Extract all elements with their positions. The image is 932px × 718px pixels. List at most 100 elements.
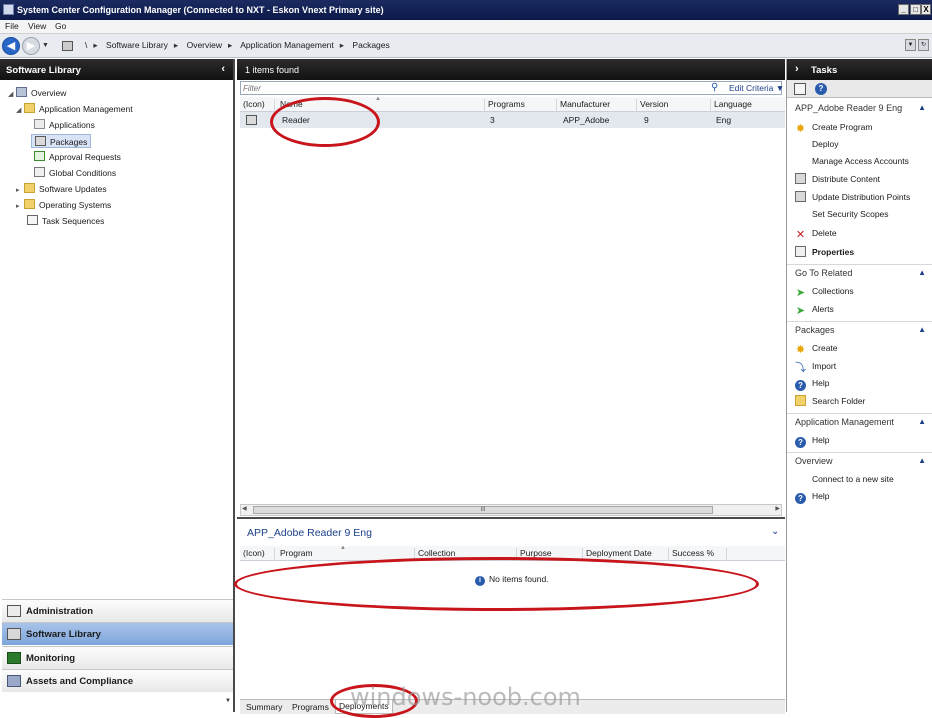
task-properties[interactable]: Properties [795,245,854,259]
tree-node-overview[interactable]: ◢ Overview [8,86,66,100]
column-header-collection[interactable]: Collection [415,548,517,561]
window-title-bar: System Center Configuration Manager (Con… [0,0,932,20]
column-header-name[interactable]: Name [277,99,485,112]
task-manage-access-accounts[interactable]: Manage Access Accounts [795,154,909,168]
software-library-icon [7,628,21,640]
workspace-software-library[interactable]: Software Library [2,622,233,645]
collapse-section-icon[interactable]: ▲ [918,417,926,426]
workspace-monitoring[interactable]: Monitoring [2,646,233,669]
task-deploy[interactable]: Deploy [795,137,838,151]
console-root-icon[interactable] [62,41,73,51]
task-connect-new-site[interactable]: Connect to a new site [795,472,894,486]
task-create[interactable]: ✸ Create [795,341,838,356]
breadcrumb-overview[interactable]: Overview [187,40,222,50]
filter-input[interactable] [243,82,713,94]
column-header-success[interactable]: Success % [669,548,727,561]
task-alerts[interactable]: ➤ Alerts [795,302,834,317]
task-update-distribution-points[interactable]: Update Distribution Points [795,190,910,204]
package-icon [246,115,257,125]
task-create-program[interactable]: ✸ Create Program [795,120,873,135]
table-row[interactable]: Reader 3 APP_Adobe 9 Eng [240,112,785,128]
distribute-icon [795,173,806,184]
column-header-programs[interactable]: Programs [485,99,557,112]
tree-node-applications[interactable]: Applications [34,118,95,132]
minimize-button[interactable]: _ [898,4,909,15]
breadcrumb-packages[interactable]: Packages [352,40,389,50]
global-conditions-icon [34,167,45,177]
expand-chevron-icon[interactable]: › [795,63,799,75]
app-icon [3,4,14,15]
tree-node-packages[interactable]: Packages [31,134,92,148]
expand-arrow-icon[interactable]: ▸ [16,184,24,198]
task-import[interactable]: ⤵ Import [795,359,836,374]
forward-arrow-icon[interactable]: ▶ [22,37,40,55]
scroll-right-icon[interactable]: ▶ [775,505,780,512]
back-arrow-icon[interactable]: ◀ [2,37,20,55]
task-help-overview[interactable]: ? Help [795,489,829,504]
collapse-section-icon[interactable]: ▲ [918,325,926,334]
search-folder-icon [795,395,806,406]
expand-arrow-icon[interactable]: ◢ [8,88,16,102]
clipboard-icon[interactable] [794,83,806,95]
column-header-program[interactable]: Program [277,548,415,561]
scrollbar-thumb[interactable]: III [253,506,713,514]
column-header-language[interactable]: Language [711,99,785,112]
task-delete[interactable]: ✕ Delete [795,226,837,241]
administration-icon [7,605,21,617]
close-button[interactable]: X [921,4,931,15]
tree-node-global-conditions[interactable]: Global Conditions [34,166,116,180]
maximize-button[interactable]: □ [910,4,921,15]
tab-programs[interactable]: Programs [292,702,329,712]
task-help-packages[interactable]: ? Help [795,376,829,391]
row-language: Eng [716,115,732,125]
item-count: 1 items found [245,65,300,75]
tree-node-software-updates[interactable]: ▸ Software Updates [16,182,107,196]
breadcrumb-application-management[interactable]: Application Management [240,40,334,50]
collapse-section-icon[interactable]: ▲ [918,268,926,277]
task-collections[interactable]: ➤ Collections [795,284,854,299]
collapse-chevron-icon[interactable]: ‹ [221,63,225,75]
help-icon[interactable]: ? [815,83,827,95]
workspace-assets-and-compliance[interactable]: Assets and Compliance [2,669,233,692]
breadcrumb: \ ▸ Software Library ▸ Overview ▸ Applicati… [85,40,390,50]
workspace-administration[interactable]: Administration [2,599,233,622]
task-help-app-management[interactable]: ? Help [795,433,829,448]
task-distribute-content[interactable]: Distribute Content [795,172,880,186]
collapse-section-icon[interactable]: ▲ [918,103,926,112]
list-column-headers: (Icon) Name ▲ Programs Manufacturer Vers… [240,96,785,112]
menu-view[interactable]: View [28,21,46,31]
breadcrumb-software-library[interactable]: Software Library [106,40,168,50]
menu-go[interactable]: Go [55,21,66,31]
tree-node-task-sequences[interactable]: Task Sequences [27,214,104,228]
tree-node-approval-requests[interactable]: Approval Requests [34,150,121,164]
scroll-left-icon[interactable]: ◀ [242,505,247,512]
search-icon[interactable]: ⚲ [711,82,718,93]
expand-arrow-icon[interactable]: ◢ [16,104,24,118]
expand-arrow-icon[interactable]: ▸ [16,200,24,214]
chevron-down-icon[interactable]: ⌄ [771,526,779,537]
navigation-pane: Software Library ‹ ◢ Overview ◢ Applicatio… [0,59,235,712]
column-header-purpose[interactable]: Purpose [517,548,583,561]
column-header-manufacturer[interactable]: Manufacturer [557,99,637,112]
horizontal-scrollbar[interactable]: ◀ III ▶ [240,504,782,516]
collapse-section-icon[interactable]: ▲ [918,456,926,465]
column-header-icon[interactable]: (Icon) [240,548,275,561]
task-search-folder[interactable]: Search Folder [795,394,865,408]
tasks-tab-strip: ? [787,80,932,98]
tree-node-operating-systems[interactable]: ▸ Operating Systems [16,198,111,212]
column-header-version[interactable]: Version [637,99,711,112]
task-set-security-scopes[interactable]: Set Security Scopes [795,207,889,221]
refresh-icon[interactable]: ↻ [918,39,929,51]
address-dropdown-icon[interactable]: ▼ [905,39,916,51]
tab-summary[interactable]: Summary [246,702,282,712]
breadcrumb-root[interactable]: \ [85,40,87,50]
edit-criteria-button[interactable]: Edit Criteria ▼ [729,83,784,93]
tree-node-application-management[interactable]: ◢ Application Management [16,102,133,116]
column-header-deployment-date[interactable]: Deployment Date [583,548,669,561]
help-icon: ? [795,437,806,448]
tasks-pane: › Tasks ? APP_Adobe Reader 9 Eng ▲ ✸ Crea… [786,59,932,712]
column-header-icon[interactable]: (Icon) [240,99,275,112]
menu-file[interactable]: File [5,21,19,31]
workspace-overflow-icon[interactable]: ▼ [225,698,231,704]
history-dropdown-icon[interactable]: ▼ [42,42,49,49]
